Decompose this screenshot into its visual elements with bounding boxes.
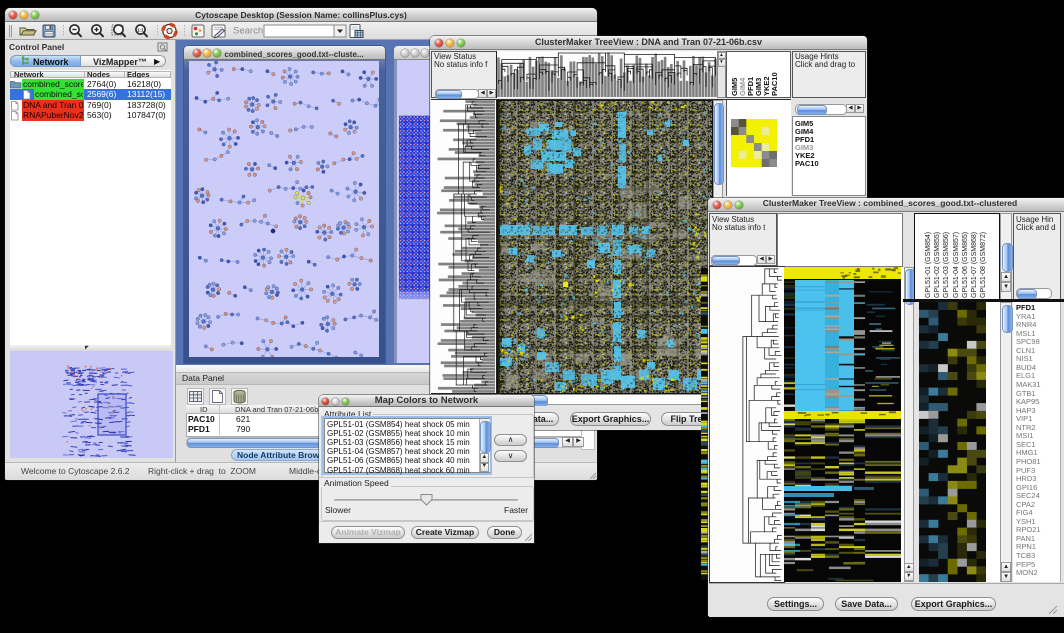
svg-text:1:1: 1:1 (137, 28, 144, 33)
svg-text:Search:: Search: (233, 26, 266, 37)
